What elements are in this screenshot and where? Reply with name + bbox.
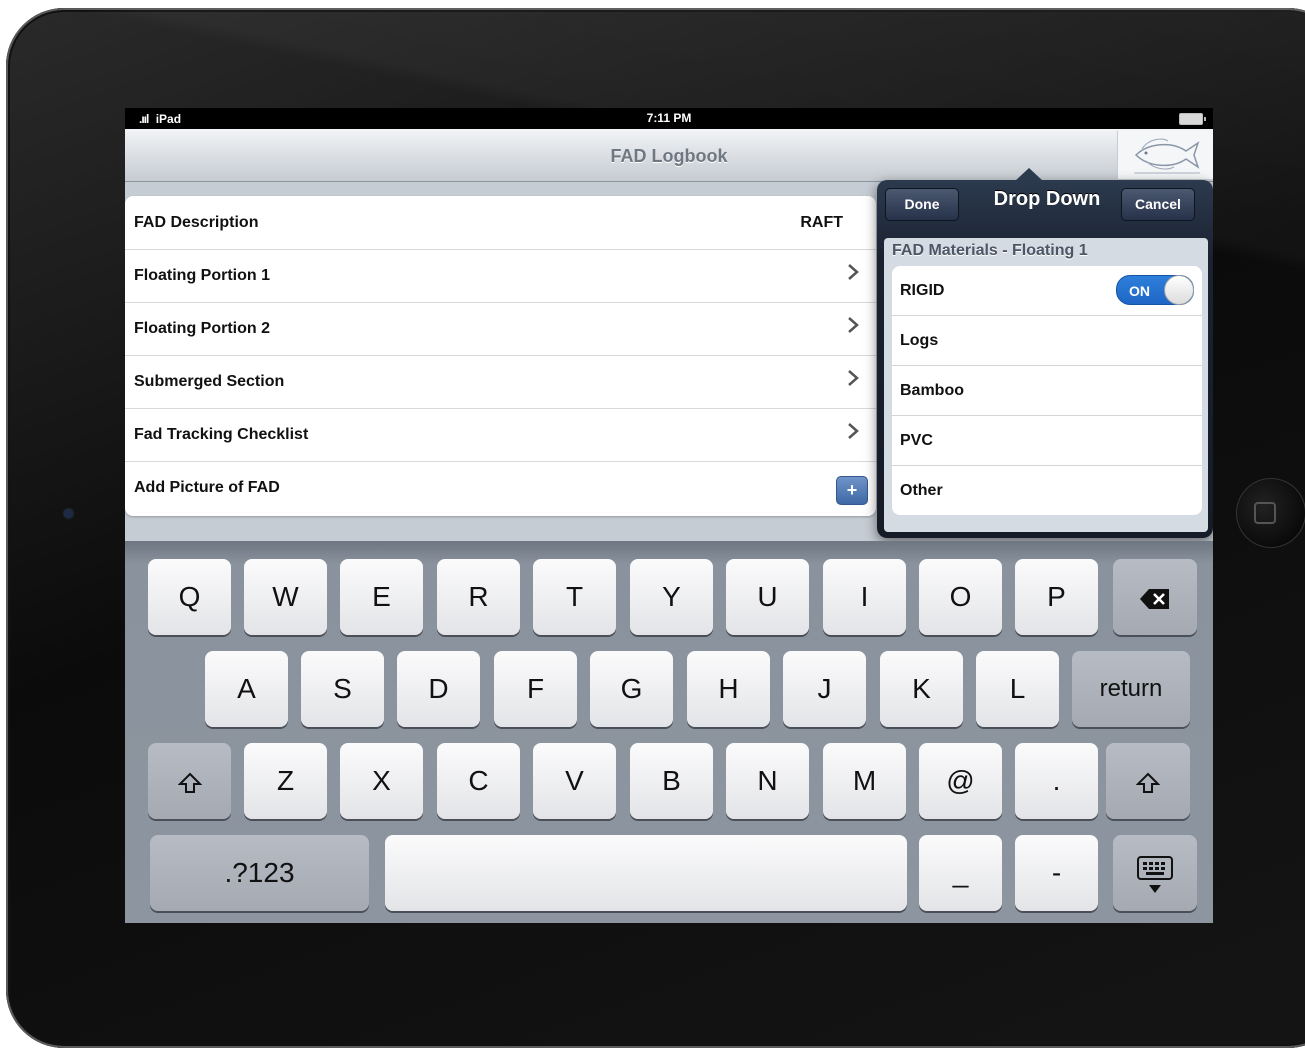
list-item-rigid[interactable]: RIGID ON bbox=[892, 266, 1202, 316]
key-b[interactable]: B bbox=[630, 743, 713, 819]
shift-key-left[interactable] bbox=[148, 743, 231, 819]
rigid-toggle[interactable]: ON bbox=[1116, 275, 1194, 305]
chevron-right-icon bbox=[848, 370, 859, 386]
camera bbox=[64, 509, 73, 518]
list-item-pvc[interactable]: PVC bbox=[892, 416, 1202, 466]
key-p[interactable]: P bbox=[1015, 559, 1098, 635]
row-label: Submerged Section bbox=[134, 373, 285, 390]
screen: .ııl iPad 7:11 PM FAD Logbook FAD Descri… bbox=[125, 108, 1213, 923]
row-value: RAFT bbox=[800, 214, 843, 231]
list-item-bamboo[interactable]: Bamboo bbox=[892, 366, 1202, 416]
shift-arrow-icon bbox=[1135, 772, 1161, 793]
dismiss-keyboard-key[interactable] bbox=[1113, 835, 1197, 911]
toggle-knob bbox=[1164, 275, 1194, 305]
key-y[interactable]: Y bbox=[630, 559, 713, 635]
key-c[interactable]: C bbox=[437, 743, 520, 819]
numbers-key[interactable]: .?123 bbox=[150, 835, 369, 911]
list-item-label: Other bbox=[900, 482, 943, 499]
chevron-right-icon bbox=[848, 317, 859, 333]
page-title: FAD Logbook bbox=[610, 146, 728, 166]
materials-list: RIGID ON Logs Bamboo PVC Other bbox=[892, 266, 1202, 515]
home-button[interactable] bbox=[1236, 478, 1305, 548]
list-item-label: RIGID bbox=[900, 282, 945, 299]
key-k[interactable]: K bbox=[880, 651, 963, 727]
key-period[interactable]: . bbox=[1015, 743, 1098, 819]
popover-arrow bbox=[1015, 168, 1043, 181]
key-h[interactable]: H bbox=[687, 651, 770, 727]
key-j[interactable]: J bbox=[783, 651, 866, 727]
row-label: Floating Portion 1 bbox=[134, 267, 270, 284]
chevron-right-icon bbox=[848, 264, 859, 280]
key-x[interactable]: X bbox=[340, 743, 423, 819]
key-d[interactable]: D bbox=[397, 651, 480, 727]
table-row-fad-description[interactable]: FAD Description RAFT bbox=[125, 196, 876, 250]
on-screen-keyboard: Q W E R T Y U I O P A S D F G H J K L re… bbox=[125, 541, 1213, 923]
key-dash[interactable]: - bbox=[1015, 835, 1098, 911]
backspace-key[interactable] bbox=[1113, 559, 1197, 635]
return-key[interactable]: return bbox=[1072, 651, 1190, 727]
key-g[interactable]: G bbox=[590, 651, 673, 727]
key-t[interactable]: T bbox=[533, 559, 616, 635]
row-label: Add Picture of FAD bbox=[134, 479, 280, 496]
table-row-submerged-section[interactable]: Submerged Section bbox=[125, 355, 876, 409]
key-r[interactable]: R bbox=[437, 559, 520, 635]
add-picture-button[interactable]: + bbox=[836, 476, 868, 505]
key-a[interactable]: A bbox=[205, 651, 288, 727]
key-n[interactable]: N bbox=[726, 743, 809, 819]
cancel-button[interactable]: Cancel bbox=[1121, 188, 1195, 221]
list-item-label: PVC bbox=[900, 432, 933, 449]
key-l[interactable]: L bbox=[976, 651, 1059, 727]
key-f[interactable]: F bbox=[494, 651, 577, 727]
done-button[interactable]: Done bbox=[885, 188, 959, 221]
key-o[interactable]: O bbox=[919, 559, 1002, 635]
key-u[interactable]: U bbox=[726, 559, 809, 635]
key-z[interactable]: Z bbox=[244, 743, 327, 819]
space-bar[interactable] bbox=[385, 835, 907, 911]
status-time: 7:11 PM bbox=[646, 111, 692, 125]
key-w[interactable]: W bbox=[244, 559, 327, 635]
home-square-icon bbox=[1254, 502, 1276, 524]
list-item-other[interactable]: Other bbox=[892, 466, 1202, 515]
key-s[interactable]: S bbox=[301, 651, 384, 727]
key-at[interactable]: @ bbox=[919, 743, 1002, 819]
status-bar: .ııl iPad 7:11 PM bbox=[125, 108, 1213, 129]
row-label: Floating Portion 2 bbox=[134, 320, 270, 337]
row-label: Fad Tracking Checklist bbox=[134, 426, 309, 443]
key-v[interactable]: V bbox=[533, 743, 616, 819]
table-row-floating-portion-1[interactable]: Floating Portion 1 bbox=[125, 249, 876, 303]
list-item-label: Bamboo bbox=[900, 382, 964, 399]
key-underscore[interactable]: _ bbox=[919, 835, 1002, 911]
table-row-tracking-checklist[interactable]: Fad Tracking Checklist bbox=[125, 408, 876, 462]
key-i[interactable]: I bbox=[823, 559, 906, 635]
logo bbox=[1117, 131, 1213, 179]
key-q[interactable]: Q bbox=[148, 559, 231, 635]
shift-key-right[interactable] bbox=[1106, 743, 1190, 819]
table-row-add-picture[interactable]: Add Picture of FAD + bbox=[125, 461, 876, 516]
backspace-icon bbox=[1140, 588, 1169, 609]
drop-down-popover: Done Drop Down Cancel FAD Materials - Fl… bbox=[877, 168, 1213, 538]
list-item-label: Logs bbox=[900, 332, 939, 349]
toggle-label: ON bbox=[1129, 283, 1150, 299]
table-row-floating-portion-2[interactable]: Floating Portion 2 bbox=[125, 302, 876, 356]
section-header: FAD Materials - Floating 1 bbox=[892, 242, 1088, 259]
fish-logo-icon bbox=[1134, 138, 1200, 174]
shift-arrow-icon bbox=[177, 772, 202, 793]
keyboard-dismiss-icon bbox=[1137, 855, 1173, 893]
popover-content: FAD Materials - Floating 1 RIGID ON Logs… bbox=[884, 238, 1208, 532]
key-e[interactable]: E bbox=[340, 559, 423, 635]
battery-icon bbox=[1179, 113, 1206, 125]
key-m[interactable]: M bbox=[823, 743, 906, 819]
navigation-bar: FAD Logbook bbox=[125, 129, 1213, 182]
fad-details-table: FAD Description RAFT Floating Portion 1 … bbox=[125, 196, 876, 516]
popover-title: Drop Down bbox=[993, 188, 1101, 210]
chevron-right-icon bbox=[848, 423, 859, 439]
row-label: FAD Description bbox=[134, 214, 259, 231]
list-item-logs[interactable]: Logs bbox=[892, 316, 1202, 366]
